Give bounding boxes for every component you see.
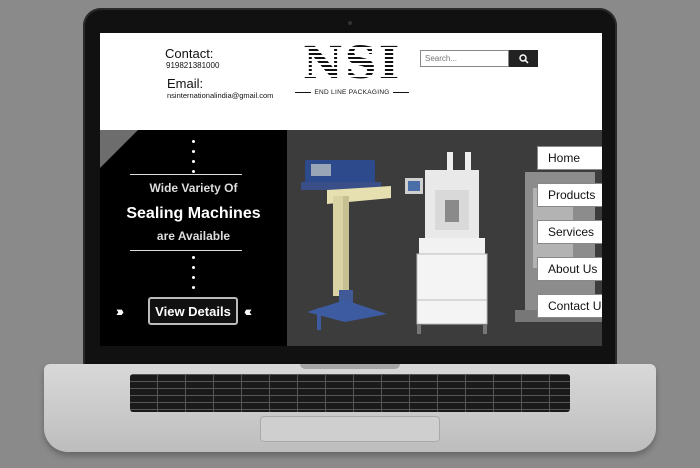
divider-top <box>130 174 242 175</box>
chevrons-right-icon: ››› <box>116 303 124 319</box>
nav-services[interactable]: Services <box>537 220 602 244</box>
contact-label: Contact: <box>165 46 214 61</box>
site-header: Contact: 919821381000 Email: nsinternati… <box>100 33 602 130</box>
laptop-screen: Contact: 919821381000 Email: nsinternati… <box>100 33 602 346</box>
logo[interactable]: NSI END LINE PACKAGING <box>293 41 411 103</box>
search-icon <box>518 53 529 64</box>
hero-promo: Wide Variety Of Sealing Machines are Ava… <box>100 130 287 346</box>
corner-decoration <box>100 130 138 168</box>
nav-about-us[interactable]: About Us <box>537 257 602 281</box>
logo-text: NSI <box>293 41 411 87</box>
vertical-sealing-machine <box>405 152 488 334</box>
logo-tagline: END LINE PACKAGING <box>314 89 390 96</box>
trackpad <box>260 416 440 442</box>
hero-line-3: are Available <box>156 229 231 243</box>
band-sealer-machine <box>301 160 391 330</box>
divider-bottom <box>130 250 242 251</box>
email-link[interactable]: nsinternationalindia@gmail.com <box>167 91 273 100</box>
search-button[interactable] <box>509 50 538 67</box>
search-input[interactable] <box>420 50 509 67</box>
hero-headline: Sealing Machines <box>126 205 261 222</box>
hero-line-1: Wide Variety Of <box>149 181 238 195</box>
nav-home[interactable]: Home <box>537 146 602 170</box>
view-details-button[interactable]: View Details <box>148 297 238 325</box>
contact-phone[interactable]: 919821381000 <box>166 61 219 70</box>
keyboard <box>130 374 570 412</box>
dots-top <box>192 140 195 173</box>
camera-icon <box>348 21 352 25</box>
nav-products[interactable]: Products <box>537 183 602 207</box>
search-bar <box>420 50 538 67</box>
dots-bottom <box>192 256 195 289</box>
laptop-hinge-notch <box>300 364 400 369</box>
nav-contact-us[interactable]: Contact Us <box>537 294 602 318</box>
hero-banner: Wide Variety Of Sealing Machines are Ava… <box>100 130 602 346</box>
chevrons-left-icon: ‹‹‹ <box>244 303 252 319</box>
email-label: Email: <box>167 76 204 91</box>
